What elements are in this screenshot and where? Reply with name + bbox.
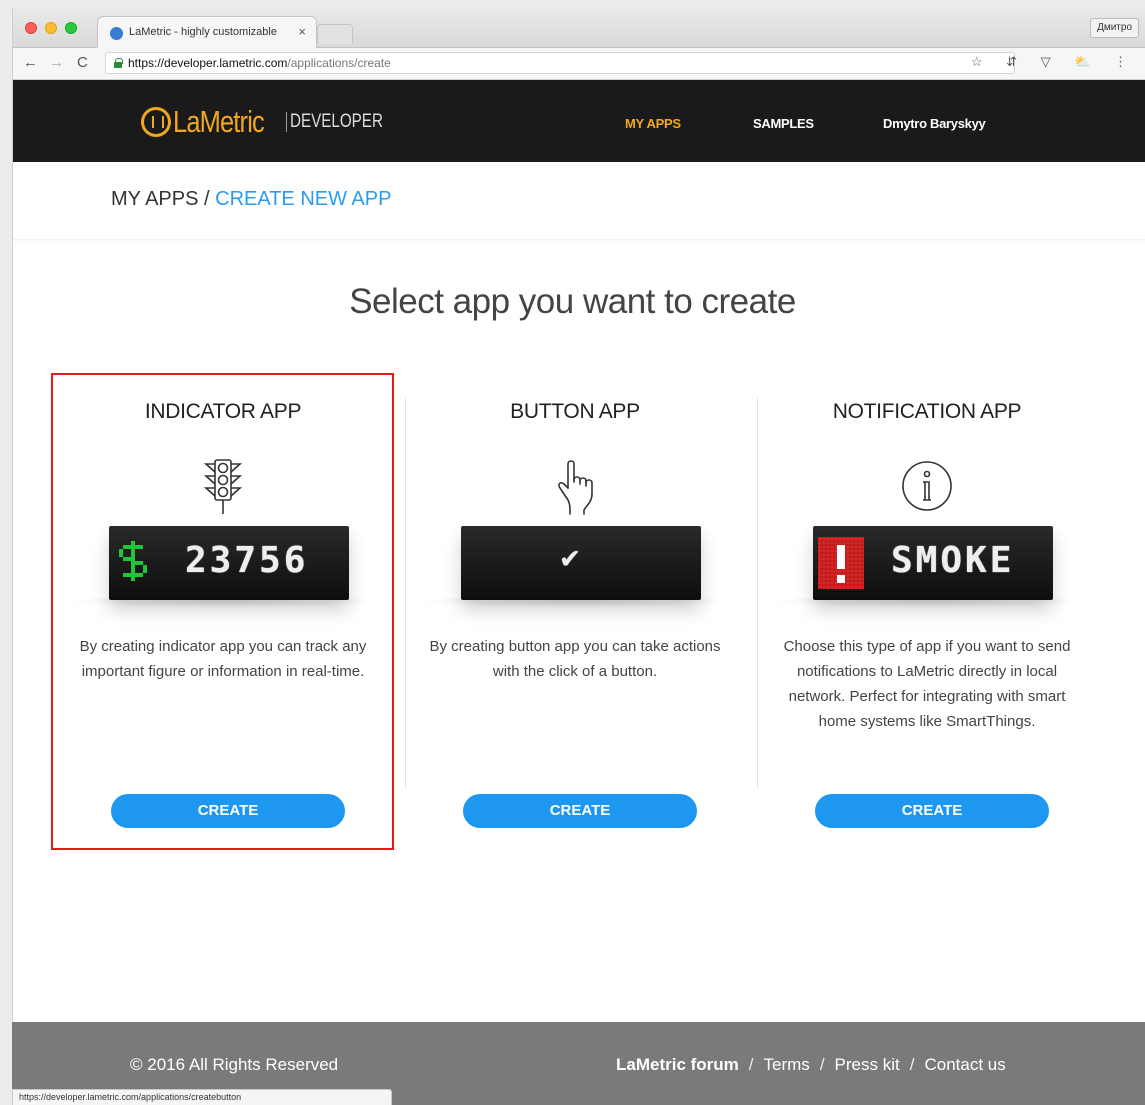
lametric-logo-icon [141,107,171,137]
logo-divider [286,111,287,132]
breadcrumb-separator: / [198,188,216,210]
lametric-device: ✔ [461,526,701,600]
tab-title: LaMetric - highly customizable [129,26,277,38]
selection-highlight [51,373,394,850]
footer-separator: / [819,1055,825,1074]
card-description: By creating button app you can take acti… [429,638,721,680]
nav-samples[interactable]: SAMPLES [753,116,814,131]
forward-arrow-icon[interactable]: → [49,54,64,71]
extension-icons[interactable]: ☆ ⇵ ▽ ⛅ ⋮ [971,54,1137,70]
lock-icon [114,58,123,68]
maximize-window-button[interactable] [65,22,77,34]
footer-link-contact[interactable]: Contact us [924,1055,1005,1074]
card-description: Choose this type of app if you want to s… [783,638,1071,730]
breadcrumb: MY APPS / CREATE NEW APP [111,188,391,211]
new-tab-button[interactable] [317,24,353,44]
logo-main-text: LaMetric [173,104,265,139]
footer-separator: / [748,1055,754,1074]
url-text[interactable]: https://developer.lametric.com/applicati… [128,56,391,70]
breadcrumb-my-apps[interactable]: MY APPS [111,188,198,210]
breadcrumb-current: CREATE NEW APP [215,188,392,210]
footer-link-forum[interactable]: LaMetric forum [616,1055,739,1074]
reload-icon[interactable]: C [77,54,88,71]
browser-tab[interactable]: LaMetric - highly customizable × [97,16,317,48]
create-button-app-button[interactable]: CREATE [463,794,697,828]
site-header: LaMetric DEVELOPER MY APPS SAMPLES Dmytr… [13,80,1145,162]
tab-close-icon[interactable]: × [298,24,306,39]
browser-toolbar: ← → C https://developer.lametric.com/app… [13,48,1145,80]
page-heading: Select app you want to create [349,282,796,321]
lametric-favicon-icon [110,27,123,40]
minimize-window-button[interactable] [45,22,57,34]
notification-app-card: NOTIFICATION APP SMOKE Choose this type … [757,378,1097,848]
tab-bar: LaMetric - highly customizable × Дмитро [13,8,1145,48]
alert-icon [818,537,864,589]
pointing-hand-icon [550,458,600,516]
address-bar[interactable]: https://developer.lametric.com/applicati… [105,52,1015,74]
card-title: BUTTON APP [510,400,640,423]
browser-status-bar: https://developer.lametric.com/applicati… [12,1089,392,1105]
button-app-card: BUTTON APP ✔ By creating button app you … [405,378,745,848]
footer-separator: / [909,1055,915,1074]
logo-sub-text: DEVELOPER [286,111,383,132]
close-window-button[interactable] [25,22,37,34]
lametric-device: SMOKE [813,526,1053,600]
footer-copyright: © 2016 All Rights Reserved [130,1055,339,1074]
profile-button[interactable]: Дмитро [1090,18,1139,38]
checkmark-icon: ✔ [561,540,583,575]
footer-links: LaMetric forum / Terms / Press kit / Contact u… [616,1055,1006,1075]
footer-link-terms[interactable]: Terms [764,1055,810,1074]
nav-user-menu[interactable]: Dmytro Baryskyy [883,116,986,131]
breadcrumb-bar: MY APPS / CREATE NEW APP [13,162,1145,240]
info-icon [902,458,952,516]
footer-link-press-kit[interactable]: Press kit [835,1055,900,1074]
nav-my-apps[interactable]: MY APPS [625,116,681,131]
lametric-logo[interactable]: LaMetric DEVELOPER [141,102,383,142]
device-display-text: SMOKE [891,540,1015,581]
card-title: NOTIFICATION APP [832,400,1022,423]
create-notification-app-button[interactable]: CREATE [815,794,1049,828]
back-arrow-icon[interactable]: ← [23,54,38,71]
